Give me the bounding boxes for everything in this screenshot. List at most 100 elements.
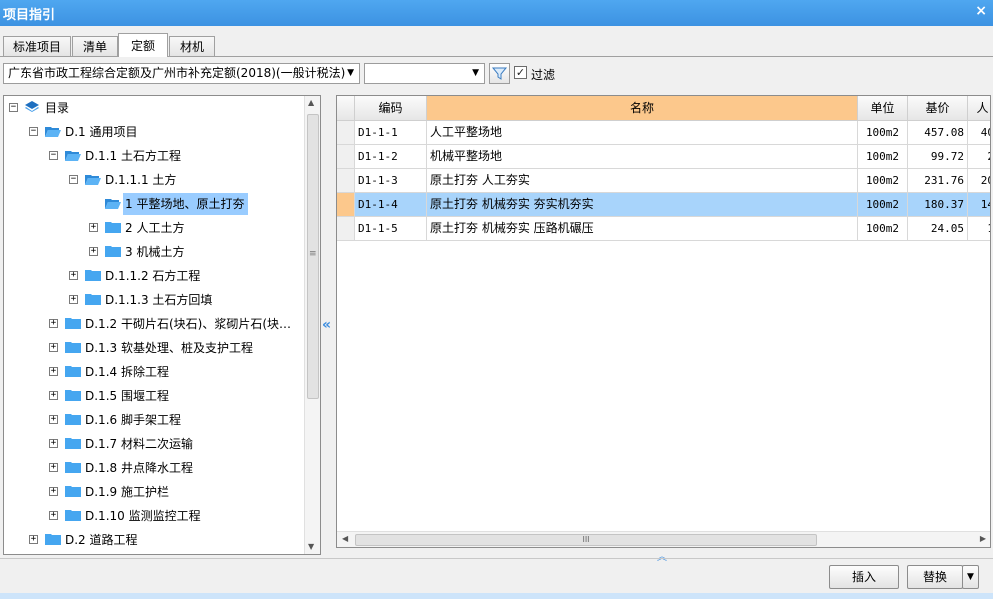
tree-node[interactable]: + D.1.9 施工护栏 [4,480,304,504]
expand-toggle[interactable]: + [89,223,98,232]
tree-node[interactable]: +2 人工土方 [4,216,304,240]
cell-name[interactable]: 原土打夯 人工夯实 [427,169,858,193]
expand-toggle[interactable]: + [49,463,58,472]
scroll-left-icon[interactable]: ◀ [342,534,348,543]
tree-node[interactable]: + D.1.4 拆除工程 [4,360,304,384]
close-icon[interactable]: × [975,3,987,19]
scroll-thumb[interactable]: ≡ [307,114,319,399]
row-indicator[interactable] [337,169,355,193]
cell-unit[interactable]: 100m2 [858,217,908,241]
tree-node[interactable]: − D.1 通用项目 [4,120,304,144]
table-row[interactable]: D1-1-3原土打夯 人工夯实100m2231.7620 [337,169,990,193]
tree-node[interactable]: + D.1.10 监测监控工程 [4,504,304,528]
tree-node[interactable]: +3 机械土方 [4,240,304,264]
cell-price[interactable]: 24.05 [908,217,968,241]
replace-button[interactable]: 替换 [907,565,963,589]
row-indicator[interactable] [337,145,355,169]
cell-code[interactable]: D1-1-4 [355,193,427,217]
row-indicator[interactable] [337,121,355,145]
collapse-toggle[interactable]: − [9,103,18,112]
cell-unit[interactable]: 100m2 [858,145,908,169]
tab-bill[interactable]: 清单 [72,36,118,57]
cell-unit[interactable]: 100m2 [858,121,908,145]
tree-root[interactable]: − 目录 [4,96,304,120]
column-header-unit[interactable]: 单位 [858,96,908,121]
cell-code[interactable]: D1-1-1 [355,121,427,145]
expand-toggle[interactable]: + [49,391,58,400]
collapse-toggle[interactable]: − [49,151,58,160]
column-header-price[interactable]: 基价 [908,96,968,121]
scroll-down-icon[interactable]: ▼ [308,542,314,551]
tree-node[interactable]: + D.1.6 脚手架工程 [4,408,304,432]
expand-toggle[interactable]: + [49,319,58,328]
row-indicator[interactable] [337,193,355,217]
expand-up-icon[interactable]: ︽ [657,548,667,563]
table-row[interactable]: D1-1-1人工平整场地100m2457.0840 [337,121,990,145]
expand-toggle[interactable]: + [49,511,58,520]
cell-unit[interactable]: 100m2 [858,169,908,193]
cell-name[interactable]: 原土打夯 机械夯实 压路机碾压 [427,217,858,241]
table-row[interactable]: D1-1-5原土打夯 机械夯实 压路机碾压100m224.051 [337,217,990,241]
tree-node[interactable]: + D.1.1.3 土石方回填 [4,288,304,312]
cell-labor[interactable]: 1 [968,217,990,241]
cell-labor[interactable]: 20 [968,169,990,193]
cell-name[interactable]: 人工平整场地 [427,121,858,145]
scroll-up-icon[interactable]: ▲ [308,98,314,107]
cell-price[interactable]: 231.76 [908,169,968,193]
row-indicator[interactable] [337,217,355,241]
column-header-name[interactable]: 名称 [427,96,858,121]
tree-node[interactable]: + D.1.8 井点降水工程 [4,456,304,480]
tree-node[interactable]: − D.1.1.1 土方 [4,168,304,192]
cell-name[interactable]: 原土打夯 机械夯实 夯实机夯实 [427,193,858,217]
expand-toggle[interactable]: + [49,439,58,448]
column-header-labor[interactable]: 人 [968,96,990,121]
cell-code[interactable]: D1-1-2 [355,145,427,169]
table-row[interactable]: D1-1-2机械平整场地100m299.722 [337,145,990,169]
expand-toggle[interactable]: + [49,487,58,496]
cell-price[interactable]: 180.37 [908,193,968,217]
tab-materials[interactable]: 材机 [169,36,215,57]
quota-library-select[interactable]: 广东省市政工程综合定额及广州市补充定额(2018)(一般计税法) ▼ [3,63,360,84]
scroll-right-icon[interactable]: ▶ [980,534,986,543]
tree-node[interactable]: + D.1.2 干砌片石(块石)、浆砌片石(块… [4,312,304,336]
cell-unit[interactable]: 100m2 [858,193,908,217]
tree-node[interactable]: + D.1.5 围堰工程 [4,384,304,408]
tree-node[interactable]: − D.1.1 土石方工程 [4,144,304,168]
scroll-thumb[interactable]: III [355,534,817,546]
insert-button[interactable]: 插入 [829,565,899,589]
expand-toggle[interactable]: + [49,367,58,376]
table-row[interactable]: D1-1-4原土打夯 机械夯实 夯实机夯实100m2180.3714 [337,193,990,217]
column-header-code[interactable]: 编码 [355,96,427,121]
cell-code[interactable]: D1-1-5 [355,217,427,241]
tree-vertical-scrollbar[interactable]: ▲ ≡ ▼ [304,96,320,554]
expand-toggle[interactable]: + [49,343,58,352]
expand-toggle[interactable]: + [69,295,78,304]
tab-standard-items[interactable]: 标准项目 [3,36,71,57]
tree-node[interactable]: + D.2 道路工程 [4,528,304,552]
replace-menu-button[interactable]: ▼ [962,565,979,589]
cell-name[interactable]: 机械平整场地 [427,145,858,169]
cell-price[interactable]: 457.08 [908,121,968,145]
cell-labor[interactable]: 14 [968,193,990,217]
tree-node[interactable]: + D.1.1.2 石方工程 [4,264,304,288]
tree-node[interactable]: + D.1.7 材料二次运输 [4,432,304,456]
grid-horizontal-scrollbar[interactable]: ◀ III ▶ [337,531,990,547]
tab-quota[interactable]: 定额 [118,33,168,57]
collapse-toggle[interactable]: − [29,127,38,136]
cell-labor[interactable]: 2 [968,145,990,169]
cell-labor[interactable]: 40 [968,121,990,145]
secondary-select[interactable]: ▼ [364,63,485,84]
collapse-left-icon[interactable]: « [322,317,331,333]
expand-toggle[interactable]: + [49,415,58,424]
tree-node[interactable]: 1 平整场地、原土打夯 [4,192,304,216]
filter-checkbox[interactable]: ✓ [514,66,527,79]
collapse-toggle[interactable]: − [69,175,78,184]
cell-price[interactable]: 99.72 [908,145,968,169]
expand-toggle[interactable]: + [69,271,78,280]
filter-button[interactable] [489,63,510,84]
expand-toggle[interactable]: + [29,535,38,544]
panel-splitter[interactable]: « [322,95,334,555]
tree-node[interactable]: + D.1.3 软基处理、桩及支护工程 [4,336,304,360]
cell-code[interactable]: D1-1-3 [355,169,427,193]
expand-toggle[interactable]: + [89,247,98,256]
